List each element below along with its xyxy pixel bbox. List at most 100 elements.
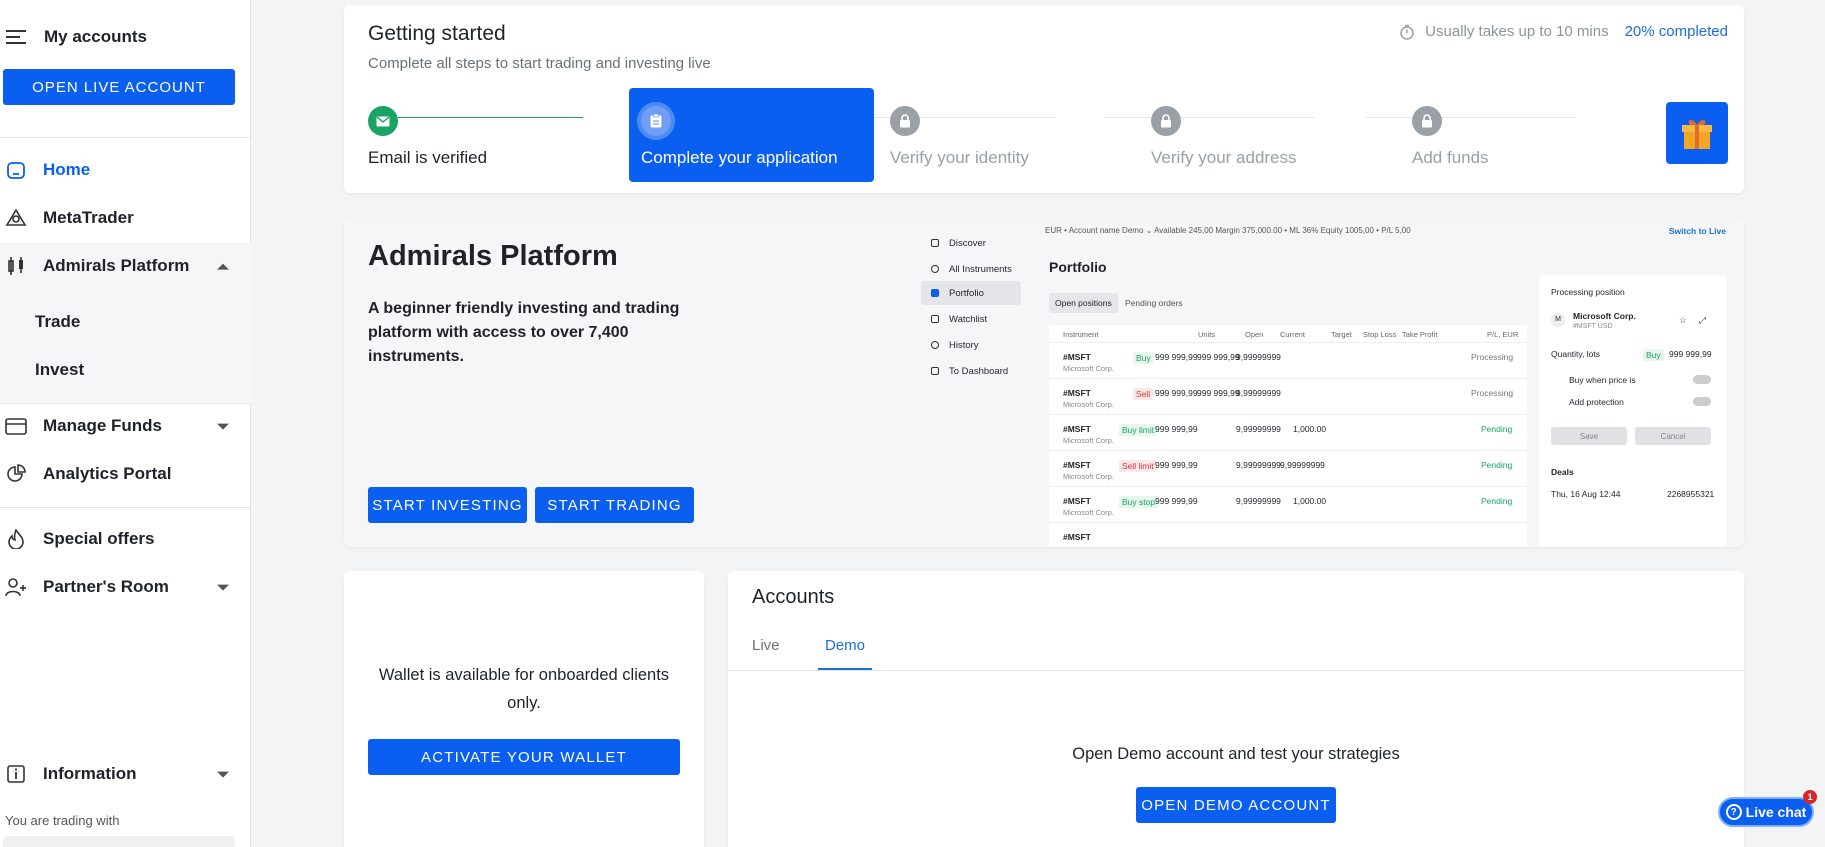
row-status: Pending [1481,496,1513,506]
preview-nav-label: Portfolio [949,287,984,299]
preview-tab: Open positions [1049,293,1118,313]
preview-nav-item: Portfolio [921,281,1021,305]
tab-live[interactable]: Live [752,637,780,654]
row-current: 9,99999999 [1236,388,1281,398]
start-trading-button[interactable]: START TRADING [535,487,694,523]
activate-wallet-button[interactable]: ACTIVATE YOUR WALLET [368,739,680,775]
row-units: 999 999,99 [1155,424,1198,434]
panel-ticker: #MSFT USD [1573,323,1613,330]
sidebar-item-manage-funds[interactable]: Manage Funds [0,402,251,450]
row-open: 999 999,99 [1197,388,1240,398]
wallet-text: Wallet is available for onboarded client… [378,666,670,712]
row-target: 9,99999999 [1280,460,1325,470]
preview-col: Current [1280,330,1306,339]
row-name: Microsoft Corp. [1063,364,1114,373]
sidebar-item-label: Home [43,160,91,179]
row-status: Pending [1481,460,1513,470]
row-symbol: #MSFT [1063,388,1091,398]
tab-demo[interactable]: Demo [825,637,865,654]
menu-icon[interactable] [6,29,26,45]
preview-col: Units [1198,330,1216,339]
sidebar-item-metatrader[interactable]: MetaTrader [0,194,251,242]
open-demo-account-button[interactable]: OPEN DEMO ACCOUNT [1136,787,1336,823]
sidebar-item-partners-room[interactable]: Partner's Room [0,563,251,611]
step-label: Add funds [1412,148,1489,167]
preview-nav-label: All Instruments [949,263,1012,275]
start-investing-button[interactable]: START INVESTING [368,487,527,523]
chevron-down-icon [217,584,229,591]
add-user-icon [5,576,27,598]
preview-position-panel: Processing position M Microsoft Corp. #M… [1539,275,1726,547]
open-live-account-button[interactable]: OPEN LIVE ACCOUNT [3,69,235,105]
row-target: 1,000.00 [1293,424,1327,434]
preview-nav: Discover All Instruments Portfolio Watch… [919,217,1029,547]
table-row: #MSFT Microsoft Corp. Sell 999 999,99 99… [1049,379,1527,415]
step-complete-application[interactable]: Complete your application [629,88,874,182]
step-label: Verify your address [1151,148,1297,167]
account-selector[interactable] [3,836,235,847]
row-side: Buy limit [1119,424,1158,436]
preview-nav-item: All Instruments [921,257,1021,281]
sidebar-item-label: Partner's Room [43,577,169,596]
eta-text: Usually takes up to 10 mins [1425,23,1609,40]
sidebar-subitem-invest[interactable]: Invest [0,346,251,394]
lock-icon [890,106,920,136]
step-add-funds: Add funds [1412,88,1562,182]
preview-nav-label: History [949,339,979,351]
admirals-platform-description: A beginner friendly investing and tradin… [368,300,680,365]
row-current: 9,99999999 [1236,460,1281,470]
row-name: Microsoft Corp. [1063,400,1114,409]
info-icon [5,763,27,785]
step-email-verified: Email is verified [368,88,588,182]
preview-col: Stop Loss [1363,330,1397,339]
table-row: #MSFT Microsoft Corp. Buy limit 999 999,… [1049,415,1527,451]
sidebar-item-label: Analytics Portal [43,464,172,483]
dashboard-icon [931,367,939,375]
panel-quantity-label: Quantity, lots [1551,349,1600,359]
row-name: Microsoft Corp. [1063,472,1114,481]
gift-icon [1682,120,1712,149]
preview-col: P/L, EUR [1487,330,1519,339]
preview-nav-item: Watchlist [921,307,1021,331]
preview-portfolio-title: Portfolio [1049,259,1107,275]
preview-col: Target [1331,330,1352,339]
sidebar-item-analytics-portal[interactable]: Analytics Portal [0,450,251,498]
row-units: 999 999,99 [1155,352,1198,362]
gift-button[interactable] [1666,102,1728,164]
star-icon [931,315,939,323]
chevron-down-icon [217,423,229,430]
sidebar-item-label: Information [43,764,137,783]
sidebar-item-special-offers[interactable]: Special offers [0,515,251,563]
panel-cancel-button: Cancel [1635,427,1711,445]
preview-nav-item: History [921,333,1021,357]
row-units: 999 999,99 [1155,388,1198,398]
panel-protection: Add protection [1569,397,1624,407]
sidebar-header: My accounts [0,2,251,72]
preview-topbar: EUR • Account name Demo ⌄ Available 245,… [1045,226,1411,235]
sidebar-item-admirals-platform[interactable]: Admirals Platform [0,242,251,290]
live-chat-button[interactable]: ? Live chat [1718,797,1814,827]
mail-icon [368,106,398,136]
company-logo-icon: M [1551,313,1565,327]
getting-started-meta: Usually takes up to 10 mins 20% complete… [1399,23,1728,40]
row-name: Microsoft Corp. [1063,436,1114,445]
admirals-platform-title: Admirals Platform [368,240,618,272]
step-verify-address: Verify your address [1151,88,1371,182]
preview-table-header: Instrument Units Open Current Target Sto… [1049,325,1527,343]
table-row: #MSFT [1049,523,1527,547]
history-icon [931,341,939,349]
accounts-title: Accounts [752,586,835,608]
lock-icon [1151,106,1181,136]
sidebar-item-information[interactable]: Information [0,750,251,798]
panel-quantity-value: 999 999,99 [1669,349,1712,359]
sidebar-item-label: MetaTrader [43,208,134,227]
table-row: #MSFT Microsoft Corp. Buy 999 999,99 999… [1049,343,1527,379]
row-side: Sell [1133,388,1154,400]
sidebar-item-home[interactable]: Home [0,146,251,194]
question-icon: ? [1725,804,1742,820]
sidebar-subitem-trade[interactable]: Trade [0,298,251,346]
flame-icon [5,528,27,550]
lock-icon [1412,106,1442,136]
timer-icon [1400,24,1414,40]
toggle [1693,397,1711,406]
